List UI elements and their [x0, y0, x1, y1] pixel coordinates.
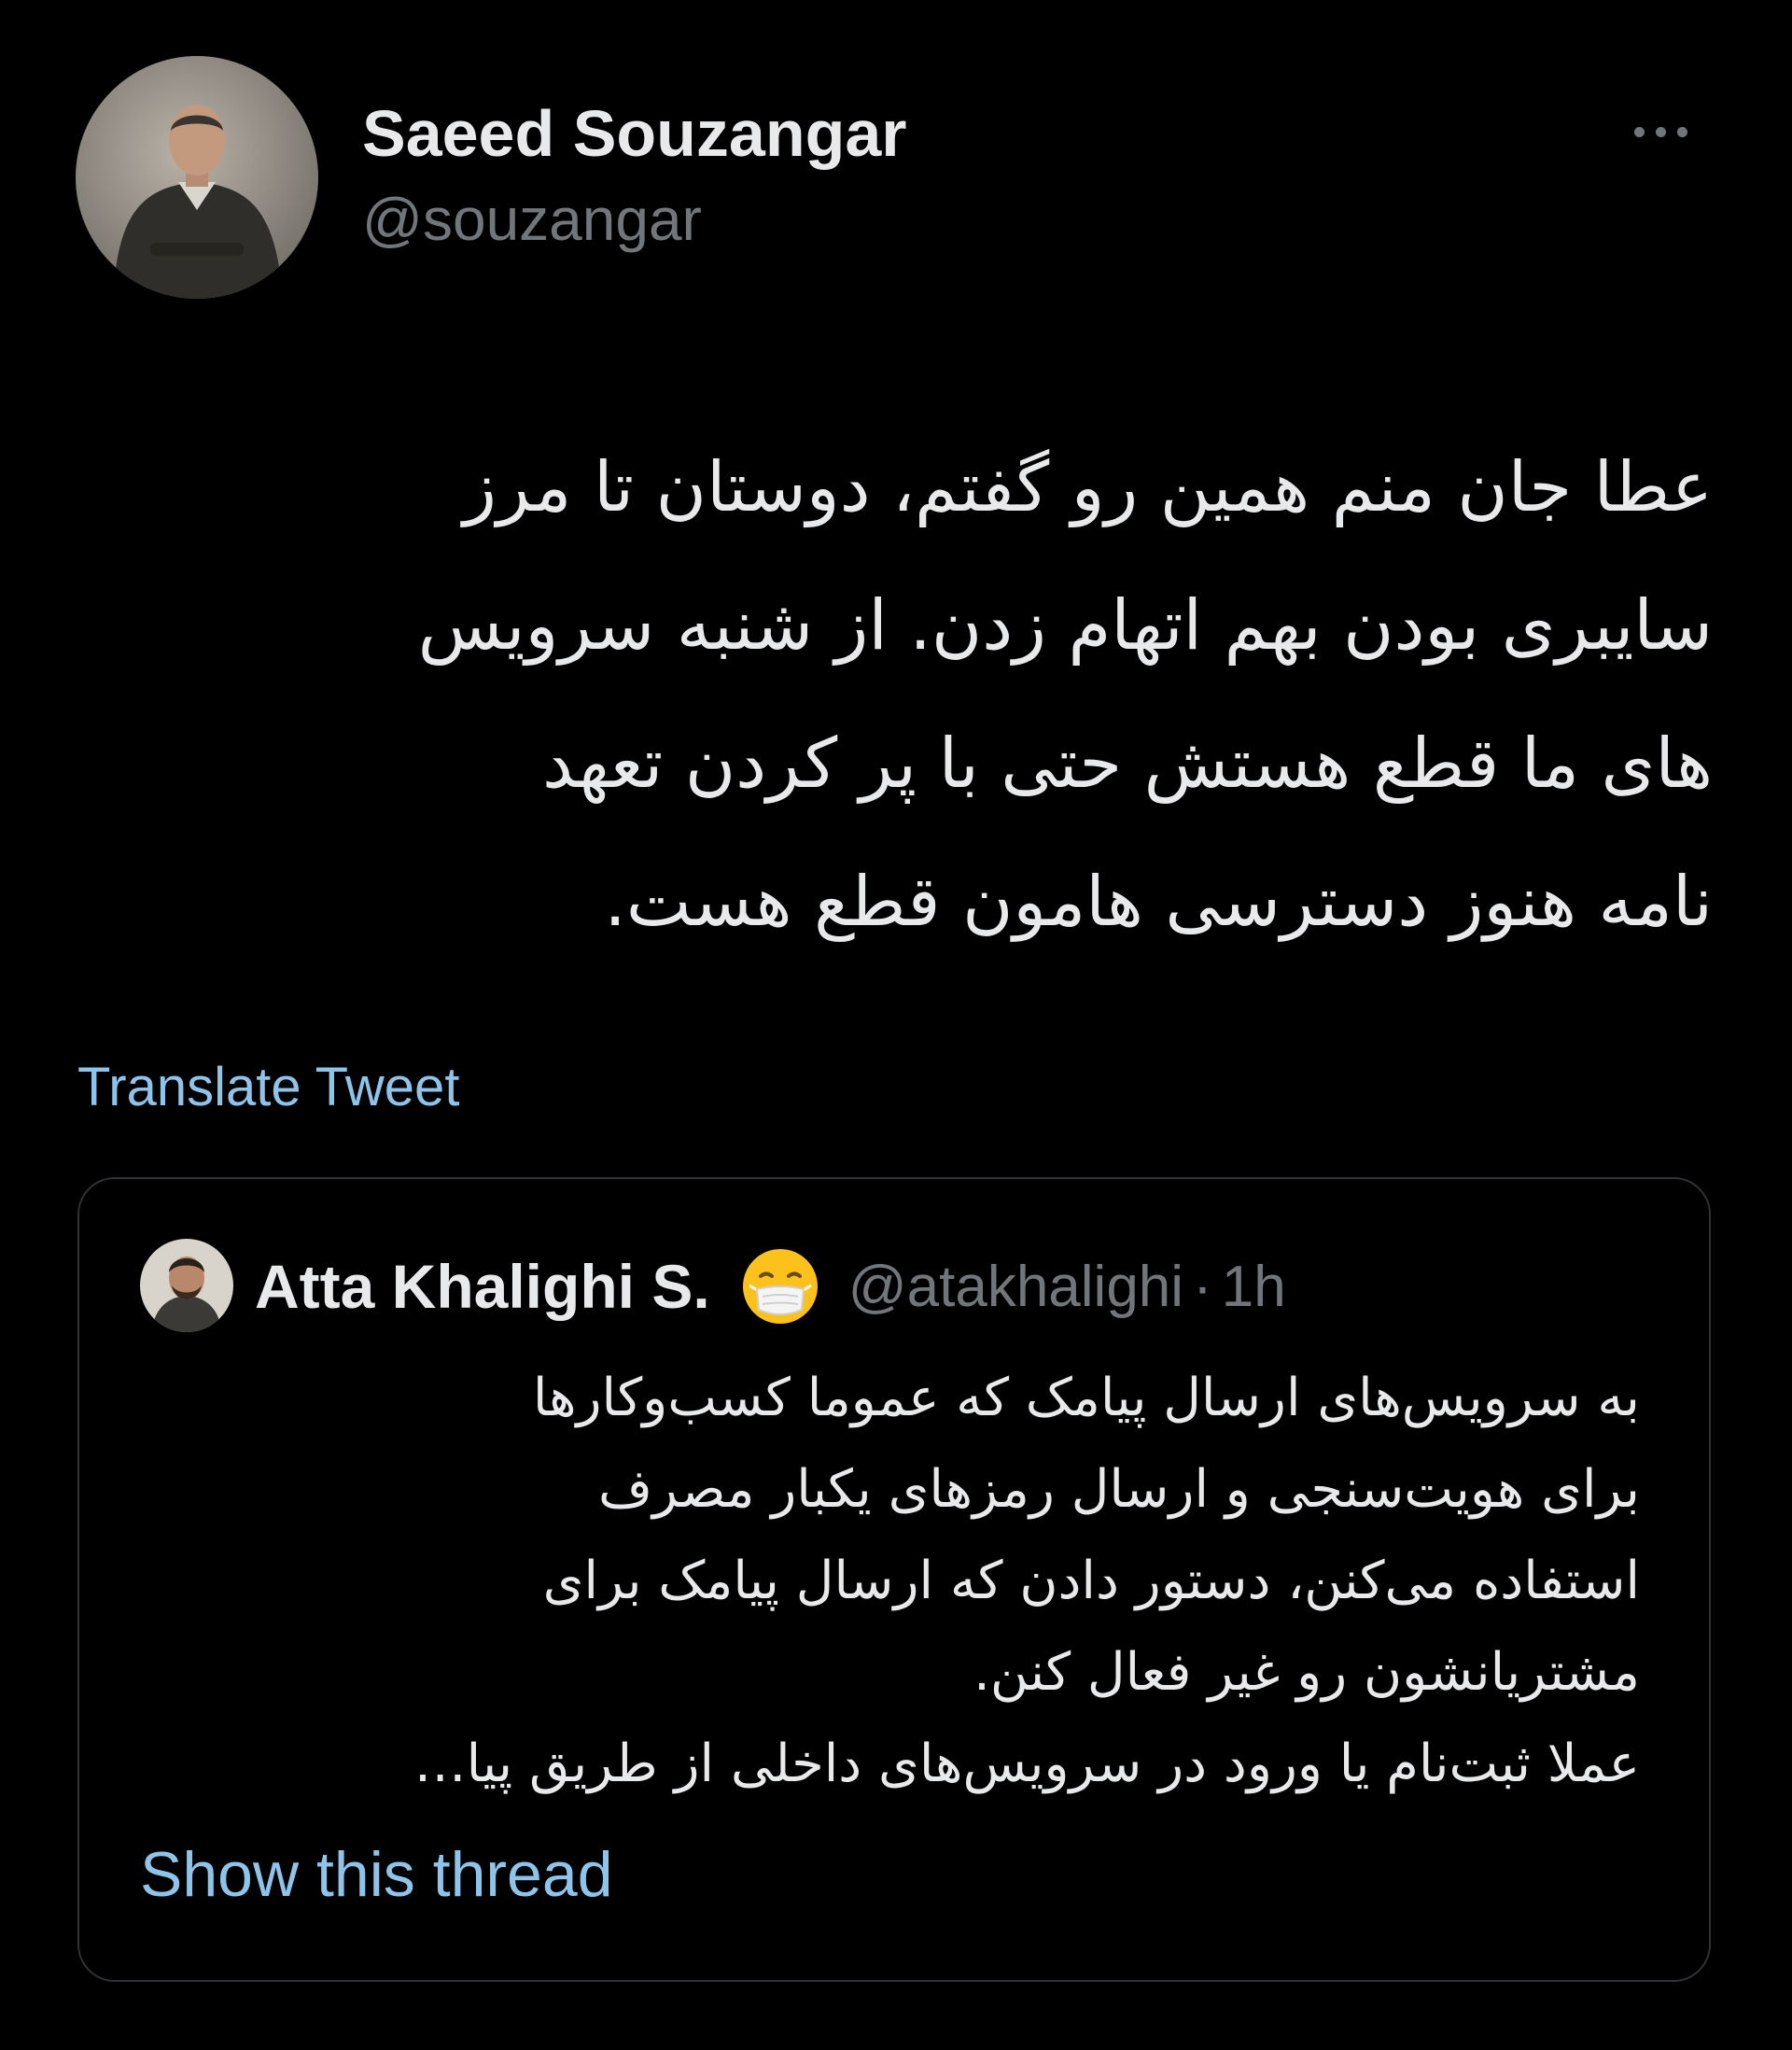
quoted-author-name[interactable]: Atta Khalighi S. [255, 1251, 710, 1322]
quoted-tweet-time[interactable]: 1h [1222, 1254, 1286, 1320]
translate-tweet-link[interactable]: Translate Tweet [77, 1055, 459, 1120]
header-separator: · [1193, 1254, 1212, 1319]
show-thread-link[interactable]: Show this thread [140, 1832, 613, 1917]
quoted-text-line: مشتریانشون رو غیر فعال کنن. [973, 1642, 1640, 1703]
tweet-text-line: عطا جان منم همین رو گفتم، دوستان تا مرز [463, 447, 1713, 527]
author-name[interactable]: Saeed Souzangar [362, 91, 907, 176]
quoted-tweet-text: به سرویس‌های ارسال پیامک که عموما کسب‌وک… [135, 1353, 1640, 1810]
quoted-tweet-card[interactable]: Atta Khalighi S. @atakhalighi · 1h به سر… [77, 1177, 1711, 1982]
quoted-text-line: برای هویت‌سنجی و ارسال رمزهای یکبار مصرف [597, 1459, 1640, 1520]
quoted-tweet-header: Atta Khalighi S. @atakhalighi · 1h [255, 1244, 1286, 1328]
tweet-text-line: سایبری بودن بهم اتهام زدن. از شنبه سرویس [417, 585, 1713, 666]
face-with-medical-mask-icon [738, 1244, 822, 1328]
quoted-text-line: عملا ثبت‌نام یا ورود در سرویس‌های داخلی … [413, 1734, 1640, 1794]
tweet-text-line: نامه هنوز دسترسی هامون قطع هست. [604, 862, 1713, 942]
author-avatar[interactable] [76, 56, 318, 299]
quoted-text-line: به سرویس‌های ارسال پیامک که عموما کسب‌وک… [532, 1368, 1640, 1428]
more-dot-icon [1633, 126, 1645, 137]
more-dot-icon [1676, 126, 1687, 137]
tweet-text: عطا جان منم همین رو گفتم، دوستان تا مرز … [84, 418, 1713, 971]
quoted-author-handle[interactable]: @atakhalighi [848, 1254, 1183, 1320]
quoted-text-line: استفاده می‌کنن، دستور دادن که ارسال پیام… [542, 1551, 1640, 1611]
author-handle[interactable]: @souzangar [362, 177, 702, 261]
tweet-text-line: های ما قطع هستش حتی با پر کردن تعهد [542, 723, 1713, 804]
more-dot-icon [1655, 126, 1666, 137]
quoted-author-avatar[interactable] [140, 1239, 233, 1332]
more-options-button[interactable] [1618, 108, 1702, 155]
